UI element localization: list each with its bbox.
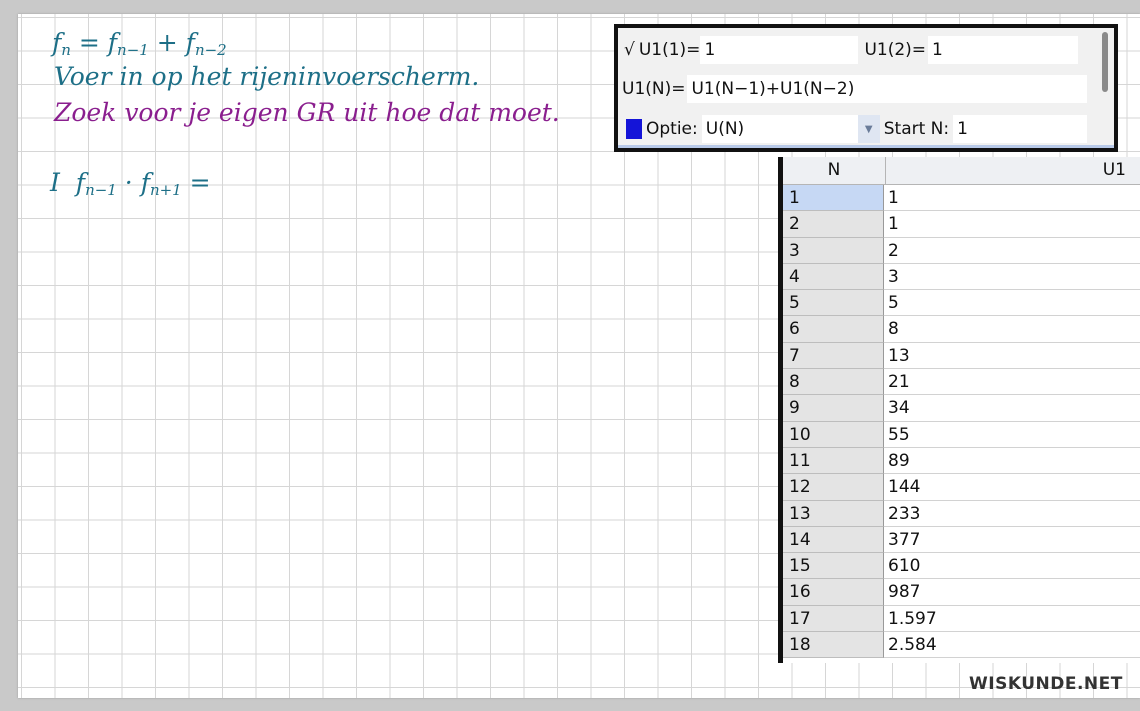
table-row[interactable]: 11 89 <box>783 447 1140 475</box>
table-row[interactable]: 15 610 <box>783 553 1140 580</box>
u1-2-input[interactable]: 1 <box>928 36 1079 64</box>
column-header-n[interactable]: N <box>783 157 886 184</box>
check-icon[interactable]: √ <box>624 40 635 60</box>
u1n-formula-input[interactable]: U1(N−1)+U1(N−2) <box>687 75 1088 103</box>
chevron-down-icon[interactable]: ▼ <box>857 115 880 143</box>
cell-n[interactable]: 13 <box>783 500 884 527</box>
table-body: 1 1 2 1 3 2 4 3 5 5 6 8 7 13 8 21 9 34 10 55 11 89 12 144 13 233 1… <box>783 185 1140 659</box>
editor-divider <box>618 145 1114 148</box>
cell-n[interactable]: 9 <box>783 395 884 422</box>
u1-1-label: U1(1)= <box>638 40 701 60</box>
cell-u1[interactable]: 1 <box>884 211 1140 238</box>
cell-n[interactable]: 6 <box>783 316 884 343</box>
table-row[interactable]: 7 13 <box>783 342 1140 370</box>
table-row[interactable]: 21 <box>783 211 1140 238</box>
cell-n[interactable]: 4 <box>783 263 884 291</box>
cell-n[interactable]: 11 <box>783 447 884 475</box>
cell-u1[interactable]: 55 <box>884 422 1140 448</box>
cell-u1[interactable]: 987 <box>884 579 1140 606</box>
sequence-editor: √ U1(1)= 1 U1(2)= 1 U1(N)= U1(N−1)+U1(N−… <box>614 24 1118 152</box>
table-row[interactable]: 18 2.584 <box>783 632 1140 659</box>
note-recursion-formula: fn = fn−1 + fn−2 <box>52 28 227 59</box>
cell-n[interactable]: 7 <box>783 342 884 370</box>
column-header-u1[interactable]: U1 <box>886 157 1140 184</box>
u1-2-label: U1(2)= <box>864 40 927 60</box>
cell-n[interactable]: 1 <box>783 185 884 212</box>
cell-n[interactable]: 15 <box>783 553 884 580</box>
editor-row-initial: √ U1(1)= 1 U1(2)= 1 <box>618 33 1108 67</box>
table-row[interactable]: 13 233 <box>783 500 1140 527</box>
start-n-input[interactable]: 1 <box>953 115 1088 143</box>
table-row[interactable]: 8 21 <box>783 369 1140 396</box>
table-row[interactable]: 14 377 <box>783 526 1140 554</box>
cell-u1[interactable]: 233 <box>884 501 1140 527</box>
table-row[interactable]: 12 144 <box>783 474 1140 501</box>
cell-u1[interactable]: 8 <box>884 316 1140 343</box>
cell-u1[interactable]: 13 <box>884 343 1140 370</box>
cell-n[interactable]: 12 <box>783 474 884 501</box>
cell-n[interactable]: 5 <box>783 290 884 317</box>
note-exercise-one: I fn−1 · fn+1 = <box>50 168 211 199</box>
table-row[interactable]: 11 <box>783 185 1140 212</box>
cell-u1[interactable]: 1.597 <box>884 606 1140 633</box>
table-row[interactable]: 32 <box>783 237 1140 264</box>
cell-u1[interactable]: 144 <box>884 474 1140 501</box>
cell-u1[interactable]: 21 <box>884 369 1140 396</box>
option-label: Optie: <box>646 119 698 139</box>
table-row[interactable]: 16 987 <box>783 579 1140 606</box>
cell-u1[interactable]: 610 <box>884 553 1140 580</box>
cell-n[interactable]: 14 <box>783 526 884 554</box>
u1n-label: U1(N)= <box>622 79 686 99</box>
option-select[interactable]: U(N) <box>701 115 858 143</box>
table-row[interactable]: 68 <box>783 316 1140 343</box>
cell-n[interactable]: 10 <box>783 421 884 448</box>
cell-n[interactable]: 18 <box>783 632 884 659</box>
cell-n[interactable]: 2 <box>783 211 884 238</box>
site-logo: WISKUNDE.NET <box>969 674 1123 694</box>
editor-row-formula: U1(N)= U1(N−1)+U1(N−2) <box>618 72 1108 106</box>
start-n-label: Start N: <box>883 119 950 139</box>
cell-u1[interactable]: 3 <box>884 264 1140 291</box>
cell-u1[interactable]: 34 <box>884 395 1140 422</box>
cell-n[interactable]: 3 <box>783 237 884 264</box>
cell-u1[interactable]: 377 <box>884 527 1140 554</box>
table-row[interactable]: 10 55 <box>783 421 1140 448</box>
color-swatch[interactable] <box>626 119 642 139</box>
table-row[interactable]: 43 <box>783 263 1140 291</box>
note-calculator-hint: Zoek voor je eigen GR uit hoe dat moet. <box>54 98 560 127</box>
note-instruction: Voer in op het rijeninvoerscherm. <box>54 62 480 91</box>
sequence-table: N U1 1 1 2 1 3 2 4 3 5 5 6 8 7 13 8 21 9 34 10 55 11 89 12 144 1… <box>778 157 1140 663</box>
cell-u1[interactable]: 89 <box>884 448 1140 475</box>
cell-n[interactable]: 17 <box>783 605 884 633</box>
table-header: N U1 <box>783 157 1140 185</box>
table-row[interactable]: 9 34 <box>783 395 1140 422</box>
cell-u1[interactable]: 2.584 <box>884 632 1140 659</box>
cell-u1[interactable]: 1 <box>884 185 1140 212</box>
cell-n[interactable]: 8 <box>783 369 884 396</box>
u1-1-input[interactable]: 1 <box>700 36 859 64</box>
cell-u1[interactable]: 5 <box>884 290 1140 317</box>
option-select-value: U(N) <box>705 119 745 139</box>
cell-n[interactable]: 16 <box>783 579 884 606</box>
editor-row-options: Optie: U(N) ▼ Start N: 1 <box>618 112 1114 146</box>
cell-u1[interactable]: 2 <box>884 238 1140 264</box>
table-row[interactable]: 17 1.597 <box>783 605 1140 633</box>
table-row[interactable]: 55 <box>783 290 1140 317</box>
